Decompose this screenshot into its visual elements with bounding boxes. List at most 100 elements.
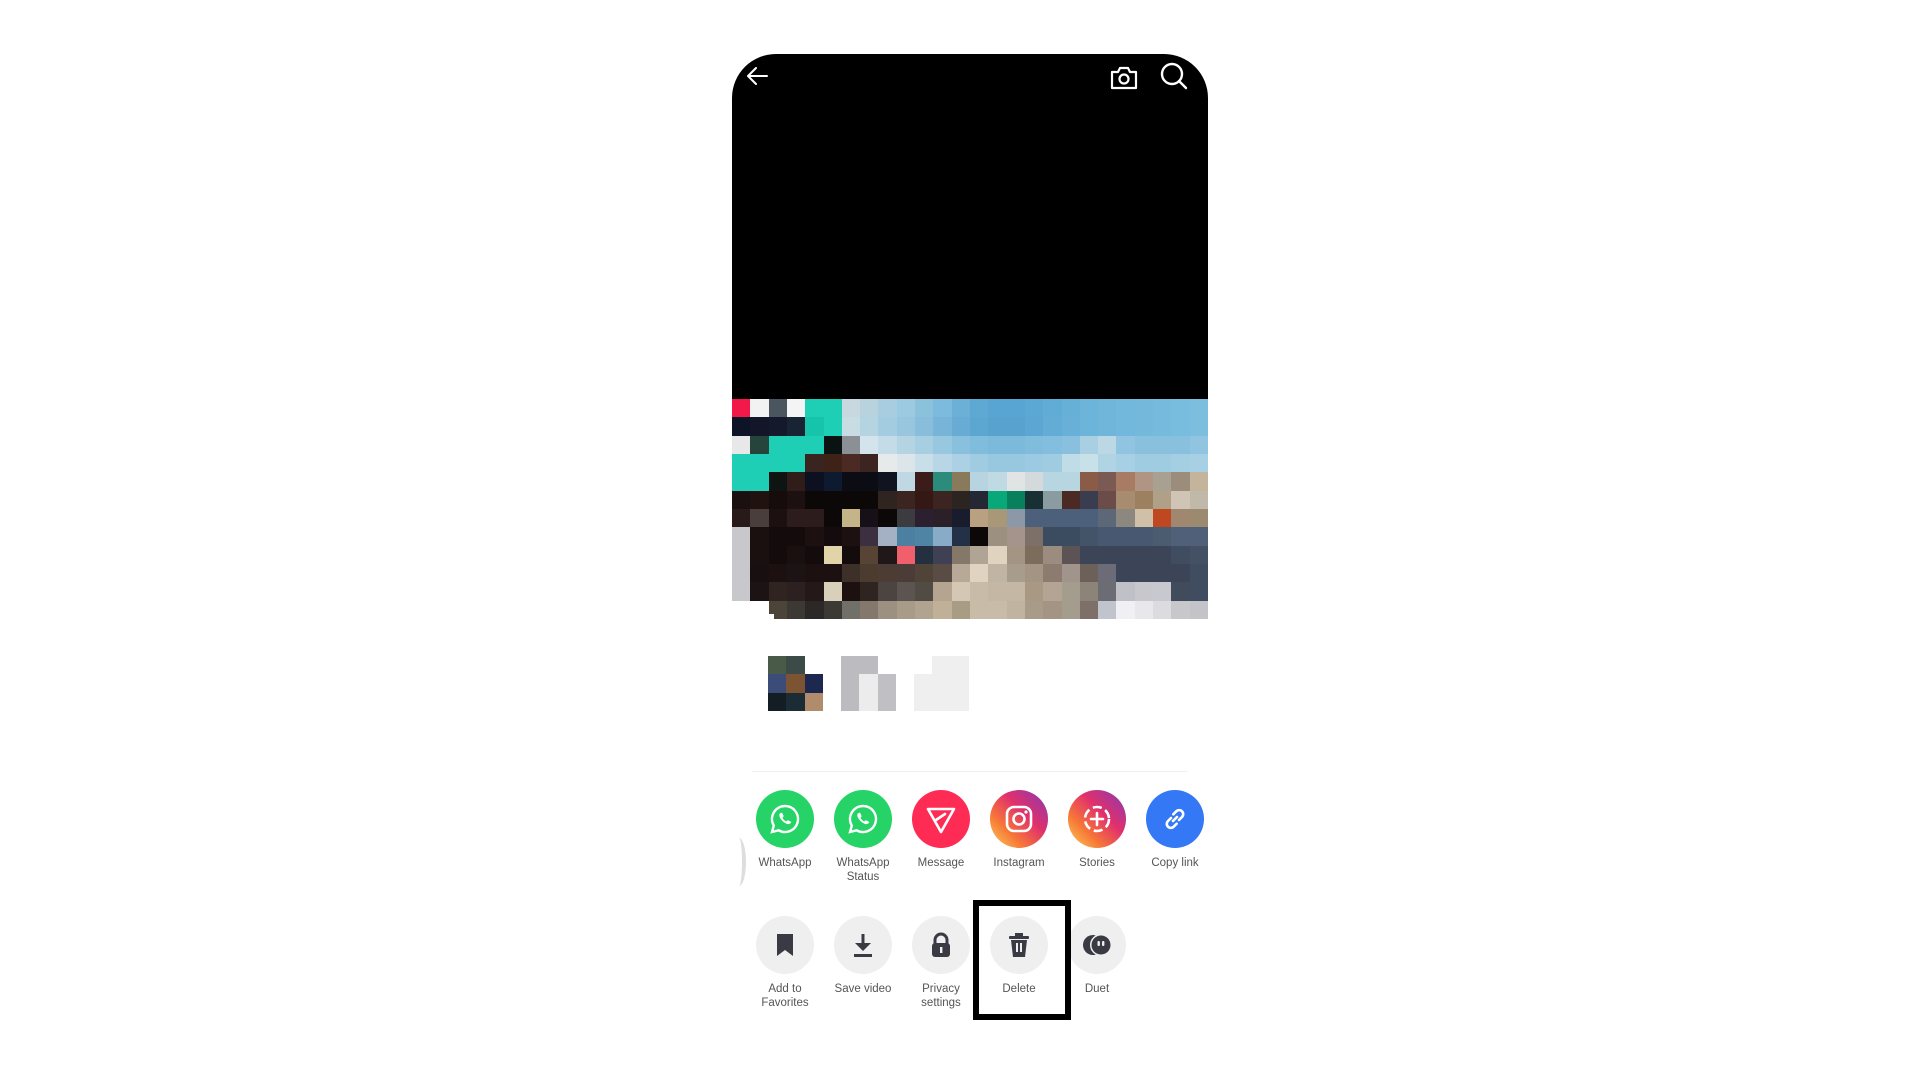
mosaic-cell xyxy=(878,582,897,601)
action-row: Add to Favorites Save video Privacy sett… xyxy=(746,916,1136,1010)
search-icon[interactable] xyxy=(1154,56,1194,96)
mosaic-cell xyxy=(933,509,952,528)
contact-avatar[interactable] xyxy=(841,656,896,711)
mosaic-cell xyxy=(988,527,1007,546)
avatar-cell xyxy=(841,656,860,675)
mosaic-cell xyxy=(1116,490,1135,509)
mosaic-cell xyxy=(1061,435,1080,454)
mosaic-cell xyxy=(1061,490,1080,509)
trash-icon xyxy=(990,916,1048,974)
mosaic-cell xyxy=(1006,564,1025,583)
mosaic-cell xyxy=(805,545,824,564)
share-copy-link-button[interactable]: Copy link xyxy=(1136,790,1214,884)
pixelated-video-frame[interactable] xyxy=(732,399,1208,619)
privacy-settings-button[interactable]: Privacy settings xyxy=(902,916,980,1010)
duet-button[interactable]: Duet xyxy=(1058,916,1136,1010)
mosaic-cell xyxy=(750,527,769,546)
contact-avatar[interactable] xyxy=(914,656,969,711)
share-instagram-button[interactable]: Instagram xyxy=(980,790,1058,884)
mosaic-cell xyxy=(1043,545,1062,564)
mosaic-cell xyxy=(823,545,842,564)
mosaic-cell xyxy=(805,417,824,436)
mosaic-cell xyxy=(1043,509,1062,528)
mosaic-cell xyxy=(878,564,897,583)
mosaic-cell xyxy=(1006,490,1025,509)
share-label: Copy link xyxy=(1151,857,1199,869)
mosaic-cell xyxy=(1006,582,1025,601)
duet-icon xyxy=(1068,916,1126,974)
mosaic-cell xyxy=(1116,564,1135,583)
action-label: Save video xyxy=(834,983,892,995)
mosaic-cell xyxy=(732,527,751,546)
avatar-cell xyxy=(932,656,951,675)
mosaic-cell xyxy=(1098,472,1117,491)
mosaic-cell xyxy=(1171,582,1190,601)
message-send-icon xyxy=(912,790,970,848)
share-stories-button[interactable]: Stories xyxy=(1058,790,1136,884)
action-label: Privacy settings xyxy=(921,983,961,1009)
mosaic-cell xyxy=(1153,545,1172,564)
share-message-button[interactable]: Message xyxy=(902,790,980,884)
mosaic-cell xyxy=(1006,527,1025,546)
avatar-cell xyxy=(841,674,860,693)
mosaic-cell xyxy=(1098,545,1117,564)
mosaic-cell xyxy=(1116,582,1135,601)
add-to-favorites-button[interactable]: Add to Favorites xyxy=(746,916,824,1010)
mosaic-cell xyxy=(768,399,787,418)
back-arrow-icon[interactable] xyxy=(738,56,778,96)
mosaic-cell xyxy=(915,472,934,491)
mosaic-cell xyxy=(1061,417,1080,436)
mosaic-cell xyxy=(1043,582,1062,601)
share-label: Message xyxy=(917,857,965,869)
mosaic-cell xyxy=(732,435,751,454)
instagram-icon xyxy=(990,790,1048,848)
mosaic-cell xyxy=(878,600,897,619)
mosaic-cell xyxy=(860,435,879,454)
mosaic-cell xyxy=(896,545,916,564)
mosaic-cell xyxy=(823,564,842,583)
mosaic-cell xyxy=(805,435,824,454)
mosaic-cell xyxy=(1171,509,1190,528)
save-video-button[interactable]: Save video xyxy=(824,916,902,1010)
avatar-cell xyxy=(950,674,969,693)
share-row: WhatsApp WhatsApp Status Message Instagr… xyxy=(746,790,1214,884)
mosaic-cell xyxy=(841,399,861,418)
mosaic-cell xyxy=(969,417,989,436)
mosaic-cell xyxy=(951,472,970,491)
share-whatsapp-button[interactable]: WhatsApp xyxy=(746,790,824,884)
camera-icon[interactable] xyxy=(1104,58,1144,98)
mosaic-cell xyxy=(1043,472,1062,491)
mosaic-cell xyxy=(1006,454,1025,473)
mosaic-cell xyxy=(1079,417,1099,436)
avatar-cell xyxy=(932,674,951,693)
avatar-cell xyxy=(768,656,787,675)
mosaic-cell xyxy=(1189,564,1208,583)
mosaic-cell xyxy=(860,600,879,619)
mosaic-cell xyxy=(860,527,879,546)
action-label: Add to Favorites xyxy=(761,983,809,1009)
mosaic-cell xyxy=(878,545,897,564)
contact-avatar[interactable] xyxy=(768,656,823,711)
mosaic-cell xyxy=(768,564,787,583)
mosaic-cell xyxy=(768,490,787,509)
mosaic-cell xyxy=(1171,545,1190,564)
mosaic-cell xyxy=(1134,582,1154,601)
mosaic-cell xyxy=(1079,435,1099,454)
mosaic-cell xyxy=(915,490,934,509)
video-area[interactable] xyxy=(732,54,1208,399)
mosaic-cell xyxy=(750,564,769,583)
share-label: WhatsApp Status xyxy=(836,857,890,883)
mosaic-cell xyxy=(750,490,769,509)
avatar-cell xyxy=(786,656,805,675)
mosaic-cell xyxy=(860,454,879,473)
mosaic-cell xyxy=(750,399,769,418)
mosaic-cell xyxy=(969,399,989,418)
delete-button[interactable]: Delete xyxy=(980,916,1058,1010)
share-whatsapp-status-button[interactable]: WhatsApp Status xyxy=(824,790,902,884)
mosaic-cell xyxy=(1153,435,1172,454)
mosaic-cell xyxy=(1006,545,1025,564)
mosaic-cell xyxy=(951,545,970,564)
mosaic-cell xyxy=(1153,490,1172,509)
mosaic-cell xyxy=(732,545,751,564)
mosaic-cell xyxy=(786,545,806,564)
